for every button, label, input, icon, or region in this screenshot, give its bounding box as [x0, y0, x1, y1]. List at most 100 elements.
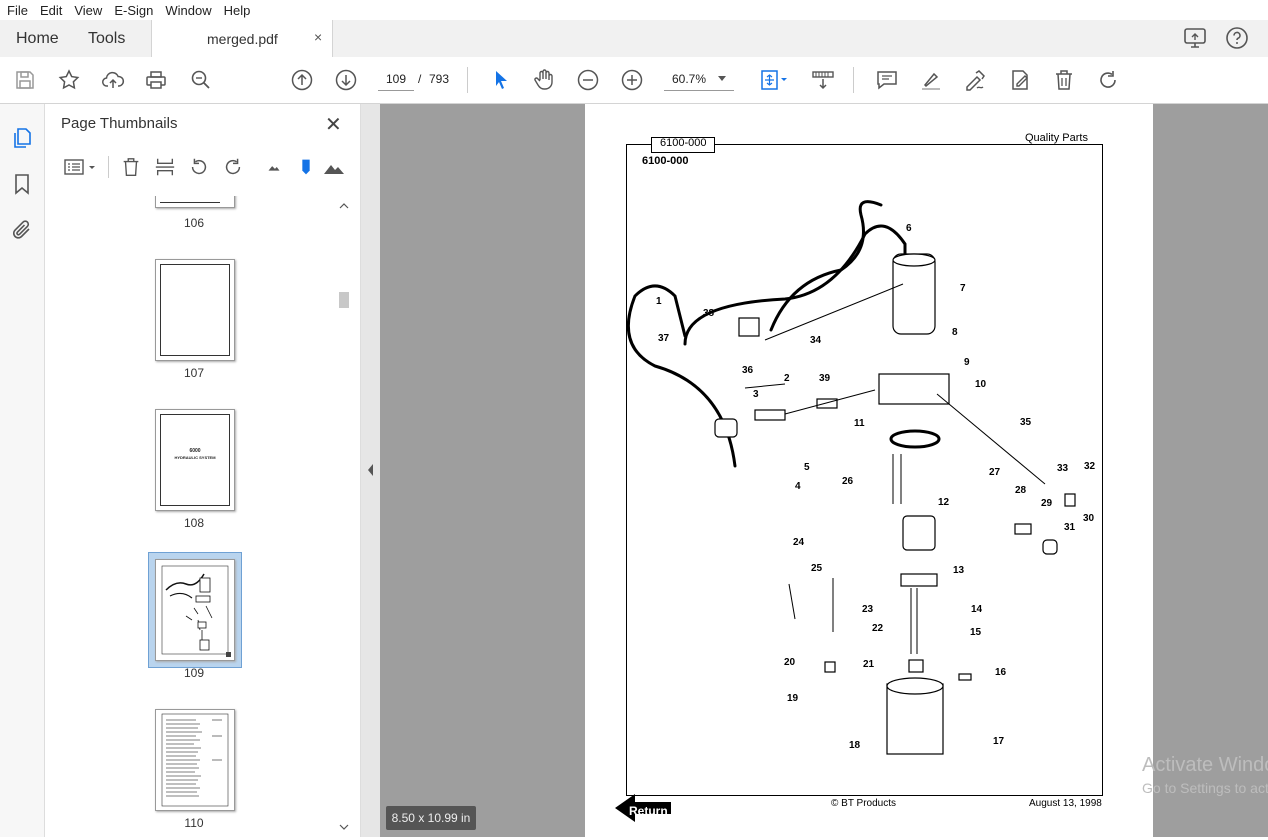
thumbnail-subheading: HYDRAULIC SYSTEM: [174, 455, 216, 460]
callout-24: 24: [793, 537, 805, 548]
thumbnail-panel: Page Thumbnails ✕ 106 107 6000 HYDRAULIC…: [45, 104, 361, 837]
callout-38: 38: [703, 308, 715, 319]
callout-35: 35: [1020, 417, 1032, 428]
comment-icon[interactable]: [873, 66, 901, 94]
select-cursor-icon[interactable]: [487, 66, 515, 94]
menu-help[interactable]: Help: [217, 3, 256, 18]
menu-file[interactable]: File: [0, 3, 33, 18]
edit-pdf-icon[interactable]: [1006, 66, 1034, 94]
callout-29: 29: [1041, 498, 1053, 509]
callout-34: 34: [810, 335, 822, 346]
callout-3: 3: [753, 389, 759, 400]
thumbnail-page-110[interactable]: [155, 709, 235, 811]
callout-25: 25: [811, 563, 823, 574]
marker-icon[interactable]: [293, 154, 319, 180]
pdf-page: 6100-000 6100-000 Quality Parts © BT Pro…: [585, 104, 1153, 837]
menu-window[interactable]: Window: [158, 3, 216, 18]
callout-21: 21: [863, 659, 875, 670]
help-icon[interactable]: [1225, 26, 1249, 50]
callout-17: 17: [993, 736, 1005, 747]
thumbnail-page-108[interactable]: 6000 HYDRAULIC SYSTEM: [155, 409, 235, 511]
return-link[interactable]: Return: [629, 804, 668, 818]
zoom-plus-icon[interactable]: [618, 66, 646, 94]
menu-view[interactable]: View: [67, 3, 107, 18]
delete-icon[interactable]: [1050, 66, 1078, 94]
extract-pages-icon[interactable]: [152, 154, 178, 180]
chevron-down-icon: [718, 76, 726, 81]
highlight-icon[interactable]: [917, 66, 945, 94]
activation-watermark: Activate Windows: [1142, 754, 1268, 776]
callout-37: 37: [658, 333, 670, 344]
page-total: 793: [429, 72, 450, 86]
main-toolbar: 109 / 793 60.7%: [0, 57, 1268, 104]
rotate-ccw-icon[interactable]: [186, 154, 212, 180]
panel-title: Page Thumbnails: [61, 115, 178, 132]
next-page-icon[interactable]: [332, 66, 360, 94]
menu-edit[interactable]: Edit: [33, 3, 67, 18]
callout-20: 20: [784, 657, 796, 668]
page-thumbnails-icon[interactable]: [10, 126, 34, 150]
tab-bar: Home Tools merged.pdf ×: [0, 20, 1268, 58]
left-rail: [0, 104, 45, 837]
callout-10: 10: [975, 379, 987, 390]
tab-tools[interactable]: Tools: [88, 30, 125, 48]
menu-esign[interactable]: E-Sign: [107, 3, 158, 18]
callout-16: 16: [995, 667, 1007, 678]
callout-19: 19: [787, 693, 799, 704]
bookmark-icon[interactable]: [10, 172, 34, 196]
panel-close-icon[interactable]: ✕: [325, 112, 342, 137]
tab-close-icon[interactable]: ×: [314, 29, 322, 45]
thumbnail-page-106[interactable]: [155, 196, 235, 208]
thumbnail-page-107[interactable]: [155, 259, 235, 361]
delete-pages-icon[interactable]: [118, 154, 144, 180]
callout-36: 36: [742, 365, 754, 376]
thumbnail-label: 110: [184, 816, 204, 830]
panel-collapse-handle[interactable]: [361, 104, 380, 837]
hand-icon[interactable]: [530, 66, 558, 94]
star-icon[interactable]: [55, 66, 83, 94]
toolbar-divider: [467, 67, 468, 93]
attachment-icon[interactable]: [10, 218, 34, 242]
thumbnail-label: 108: [183, 516, 205, 530]
page-number-input[interactable]: 109: [378, 68, 414, 91]
callout-13: 13: [953, 565, 965, 576]
callout-2: 2: [784, 373, 790, 384]
callout-7: 7: [960, 283, 966, 294]
page-separator: /: [418, 72, 422, 86]
thumbnail-scrollbar[interactable]: [337, 198, 351, 837]
thumbnail-options-icon[interactable]: [61, 154, 101, 180]
tab-document[interactable]: merged.pdf ×: [151, 20, 333, 57]
callout-1: 1: [656, 296, 662, 307]
zoom-select[interactable]: 60.7%: [664, 68, 734, 91]
small-thumbnail-icon[interactable]: [261, 154, 287, 180]
zoom-minus-icon[interactable]: [574, 66, 602, 94]
rotate-cw-icon[interactable]: [220, 154, 246, 180]
share-screen-icon[interactable]: [1183, 26, 1207, 50]
callout-14: 14: [971, 604, 983, 615]
save-icon[interactable]: [11, 66, 39, 94]
large-thumbnail-icon[interactable]: [321, 154, 347, 180]
tab-home[interactable]: Home: [16, 30, 59, 48]
thumbnail-page-109[interactable]: [155, 559, 235, 661]
page-size-badge: 8.50 x 10.99 in: [386, 806, 476, 830]
callout-30: 30: [1083, 513, 1095, 524]
redo-icon[interactable]: [1094, 66, 1122, 94]
zoom-value: 60.7%: [672, 72, 707, 86]
tab-document-name: merged.pdf: [207, 31, 278, 47]
thumbnail-label: 109: [183, 666, 205, 680]
callout-31: 31: [1064, 522, 1076, 533]
document-viewer: 6100-000 6100-000 Quality Parts © BT Pro…: [380, 104, 1268, 837]
thumbnail-label: 107: [183, 366, 205, 380]
prev-page-icon[interactable]: [288, 66, 316, 94]
scroll-mode-icon[interactable]: [809, 66, 837, 94]
zoom-out-search-icon[interactable]: [187, 66, 215, 94]
upload-icon[interactable]: [99, 66, 127, 94]
sign-icon[interactable]: [961, 66, 989, 94]
callout-32: 32: [1084, 461, 1096, 472]
panel-divider: [108, 156, 109, 178]
callout-22: 22: [872, 623, 884, 634]
fit-page-icon[interactable]: [756, 66, 792, 94]
callout-4: 4: [795, 481, 801, 492]
callout-28: 28: [1015, 485, 1027, 496]
print-icon[interactable]: [142, 66, 170, 94]
